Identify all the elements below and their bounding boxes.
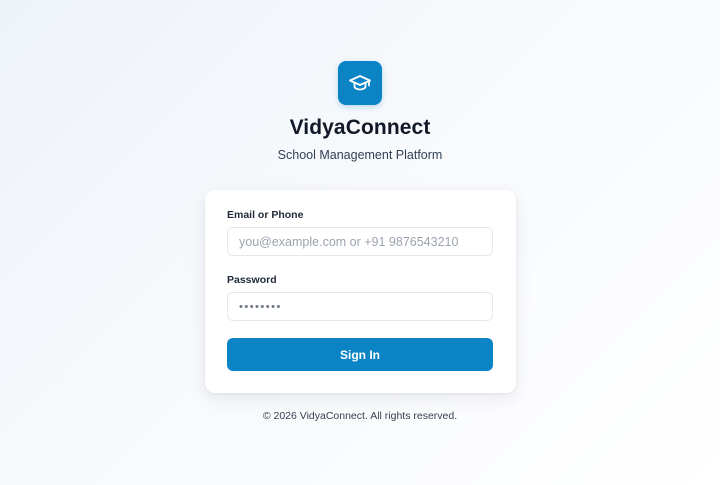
- app-subtitle: School Management Platform: [277, 148, 443, 162]
- login-page: VidyaConnect School Management Platform …: [0, 0, 720, 485]
- password-field[interactable]: [227, 292, 493, 321]
- app-logo: [338, 61, 382, 105]
- graduation-cap-icon: [349, 75, 371, 91]
- app-title: VidyaConnect: [289, 116, 431, 139]
- email-field[interactable]: [227, 227, 493, 256]
- password-field-label: Password: [227, 274, 277, 286]
- sign-in-button[interactable]: Sign In: [227, 338, 493, 371]
- email-field-label: Email or Phone: [227, 209, 304, 221]
- copyright-footer: © 2026 VidyaConnect. All rights reserved…: [262, 410, 458, 422]
- login-card: Email or Phone Password Sign In: [205, 190, 516, 393]
